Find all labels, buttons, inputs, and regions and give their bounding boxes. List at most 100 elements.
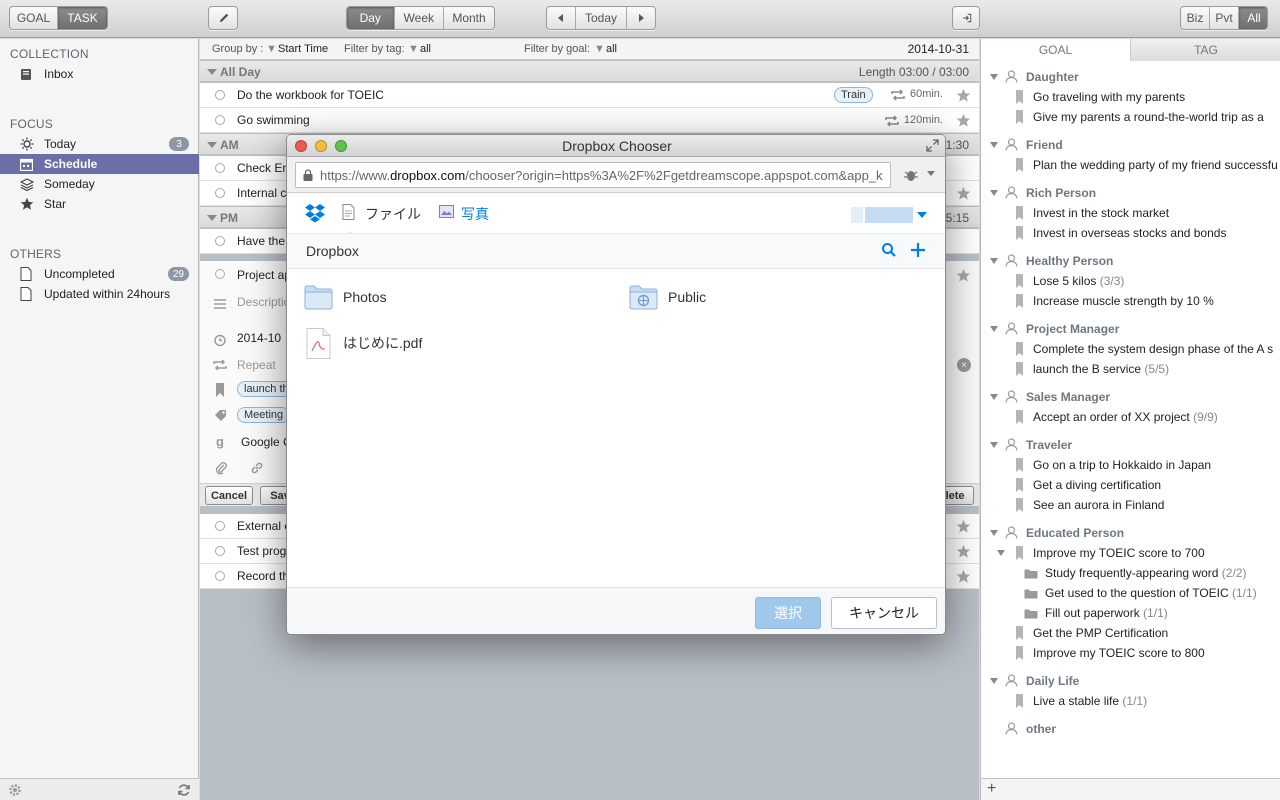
sidebar-item-updated[interactable]: Updated within 24hours bbox=[0, 284, 199, 304]
goal-item[interactable]: Accept an order of XX project (9/9) bbox=[981, 407, 1280, 427]
goal-filter-select[interactable]: all bbox=[606, 43, 617, 55]
sub-goal-item[interactable]: Study frequently-appearing word (2/2) bbox=[981, 563, 1280, 583]
task-checkbox[interactable] bbox=[215, 115, 225, 125]
tag-filter-select[interactable]: all bbox=[420, 43, 431, 55]
triangle-down-icon[interactable] bbox=[927, 171, 935, 176]
folder-item-photos[interactable]: Photos bbox=[304, 282, 387, 312]
today-button[interactable]: Today bbox=[576, 7, 628, 29]
goal-item[interactable]: Get the PMP Certification bbox=[981, 623, 1280, 643]
task-row[interactable]: Do the workbook for TOEIC Train 60min. bbox=[200, 83, 979, 108]
clear-icon[interactable]: × bbox=[957, 358, 971, 372]
search-icon[interactable] bbox=[881, 242, 897, 258]
star-icon[interactable] bbox=[956, 186, 971, 201]
sidebar-item-today[interactable]: Today 3 bbox=[0, 134, 199, 154]
goal-item[interactable]: Complete the system design phase of the … bbox=[981, 339, 1280, 359]
filter-pvt[interactable]: Pvt bbox=[1210, 7, 1239, 29]
goal-group-header[interactable]: Friend bbox=[981, 135, 1280, 155]
goal-item[interactable]: Give my parents a round-the-world trip a… bbox=[981, 107, 1280, 127]
link-icon[interactable] bbox=[250, 461, 264, 475]
google-calendar-field[interactable]: Google C bbox=[241, 435, 292, 449]
start-date-field[interactable]: 2014-10 bbox=[237, 331, 281, 345]
task-title-field[interactable]: Project ap bbox=[237, 268, 291, 282]
add-icon[interactable] bbox=[909, 241, 927, 259]
goal-item[interactable]: Live a stable life (1/1) bbox=[981, 691, 1280, 711]
group-by-select[interactable]: Start Time bbox=[278, 43, 328, 55]
zoom-window-button[interactable] bbox=[335, 140, 347, 152]
breadcrumb-root[interactable]: Dropbox bbox=[306, 243, 359, 259]
sub-goal-item[interactable]: Fill out paperwork (1/1) bbox=[981, 603, 1280, 623]
goal-group-header[interactable]: Daily Life bbox=[981, 671, 1280, 691]
task-checkbox[interactable] bbox=[215, 163, 225, 173]
tab-week[interactable]: Week bbox=[395, 7, 444, 29]
star-icon[interactable] bbox=[956, 268, 971, 283]
task-mode-tab[interactable]: TASK bbox=[58, 7, 107, 29]
bug-icon[interactable] bbox=[903, 168, 919, 182]
chevron-down-icon[interactable] bbox=[917, 212, 927, 218]
goal-item[interactable]: Invest in overseas stocks and bonds bbox=[981, 223, 1280, 243]
goal-group-header[interactable]: Educated Person bbox=[981, 523, 1280, 543]
filter-biz[interactable]: Biz bbox=[1181, 7, 1210, 29]
task-checkbox[interactable] bbox=[215, 188, 225, 198]
goal-group-header[interactable]: Project Manager bbox=[981, 319, 1280, 339]
star-icon[interactable] bbox=[956, 519, 971, 534]
tab-month[interactable]: Month bbox=[444, 7, 494, 29]
goal-group-header[interactable]: Healthy Person bbox=[981, 251, 1280, 271]
task-checkbox[interactable] bbox=[215, 546, 225, 556]
goal-item[interactable]: Increase muscle strength by 10 % bbox=[981, 291, 1280, 311]
sidebar-item-someday[interactable]: Someday bbox=[0, 174, 199, 194]
task-checkbox[interactable] bbox=[215, 90, 225, 100]
export-button[interactable] bbox=[952, 6, 980, 30]
account-name-redacted[interactable] bbox=[865, 207, 913, 223]
folder-item-public[interactable]: Public bbox=[629, 282, 706, 312]
task-checkbox[interactable] bbox=[215, 571, 225, 581]
tab-tag[interactable]: TAG bbox=[1130, 39, 1280, 61]
sidebar-item-inbox[interactable]: Inbox bbox=[0, 64, 199, 84]
gear-icon[interactable] bbox=[8, 783, 22, 797]
prev-day-button[interactable] bbox=[547, 7, 576, 29]
goal-group-header[interactable]: Rich Person bbox=[981, 183, 1280, 203]
add-goal-button[interactable]: + bbox=[987, 780, 996, 798]
goal-item[interactable]: See an aurora in Finland bbox=[981, 495, 1280, 515]
paperclip-icon[interactable] bbox=[214, 461, 228, 475]
file-item-pdf[interactable]: はじめに.pdf bbox=[306, 327, 422, 359]
minimize-window-button[interactable] bbox=[315, 140, 327, 152]
next-day-button[interactable] bbox=[627, 7, 655, 29]
choose-button[interactable]: 選択 bbox=[755, 597, 821, 629]
fullscreen-icon[interactable] bbox=[926, 139, 939, 152]
goal-item[interactable]: Improve my TOEIC score to 700 bbox=[981, 543, 1280, 563]
task-checkbox[interactable] bbox=[215, 236, 225, 246]
star-icon[interactable] bbox=[956, 544, 971, 559]
task-checkbox[interactable] bbox=[215, 269, 225, 279]
url-field[interactable]: https://www.dropbox.com/chooser?origin=h… bbox=[295, 162, 891, 188]
sidebar-item-uncompleted[interactable]: Uncompleted 29 bbox=[0, 264, 199, 284]
sub-goal-item[interactable]: Get used to the question of TOEIC (1/1) bbox=[981, 583, 1280, 603]
star-icon[interactable] bbox=[956, 569, 971, 584]
goal-item[interactable]: Get a diving certification bbox=[981, 475, 1280, 495]
sidebar-item-star[interactable]: Star bbox=[0, 194, 199, 214]
group-header-allday[interactable]: All Day Length 03:00 / 03:00 bbox=[200, 61, 979, 82]
goal-item[interactable]: Improve my TOEIC score to 800 bbox=[981, 643, 1280, 663]
task-checkbox[interactable] bbox=[215, 521, 225, 531]
tab-goal[interactable]: GOAL bbox=[981, 39, 1130, 61]
goal-group-header[interactable]: Daughter bbox=[981, 67, 1280, 87]
close-window-button[interactable] bbox=[295, 140, 307, 152]
cancel-button[interactable]: キャンセル bbox=[831, 597, 937, 629]
tag-chip[interactable]: Meeting bbox=[237, 407, 291, 423]
sync-icon[interactable] bbox=[177, 783, 191, 797]
cancel-button[interactable]: Cancel bbox=[205, 486, 253, 505]
goal-mode-tab[interactable]: GOAL bbox=[10, 7, 58, 29]
tab-photos[interactable]: 写真 bbox=[461, 204, 489, 224]
filter-all[interactable]: All bbox=[1239, 7, 1267, 29]
goal-item[interactable]: Go on a trip to Hokkaido in Japan bbox=[981, 455, 1280, 475]
goal-item[interactable]: launch the B service (5/5) bbox=[981, 359, 1280, 379]
goal-item[interactable]: Plan the wedding party of my friend succ… bbox=[981, 155, 1280, 175]
repeat-field[interactable]: Repeat bbox=[237, 358, 276, 372]
goal-item[interactable]: Go traveling with my parents bbox=[981, 87, 1280, 107]
task-row[interactable]: Go swimming 120min. bbox=[200, 108, 979, 133]
star-icon[interactable] bbox=[956, 88, 971, 103]
description-field[interactable]: Descriptio bbox=[237, 295, 290, 309]
tab-day[interactable]: Day bbox=[347, 7, 395, 29]
sidebar-item-schedule[interactable]: Schedule bbox=[0, 154, 199, 174]
goal-group-header[interactable]: Traveler bbox=[981, 435, 1280, 455]
edit-button[interactable] bbox=[208, 6, 238, 30]
